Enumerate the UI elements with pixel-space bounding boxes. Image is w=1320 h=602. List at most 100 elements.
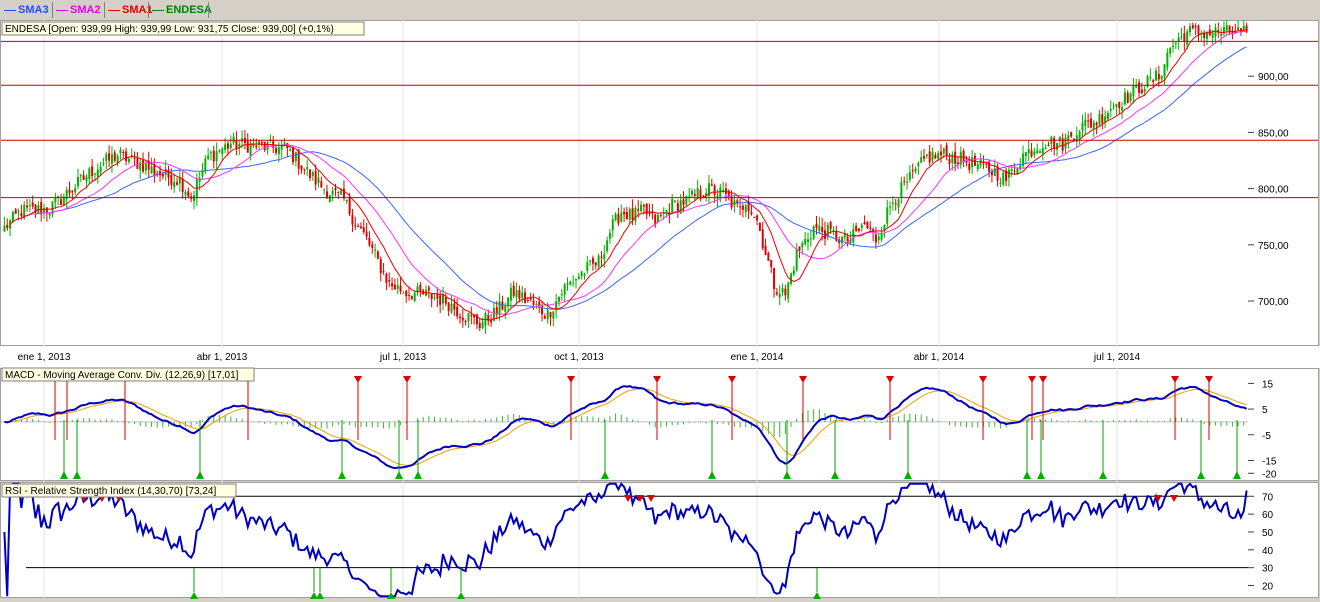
macd-hist-bar [654, 421, 656, 428]
candle-body [391, 283, 394, 287]
macd-hist-bar [1050, 418, 1052, 422]
macd-hist-bar [434, 416, 436, 422]
candle-body [606, 240, 609, 252]
macd-tick-label: -5 [1262, 431, 1271, 442]
candle-body [198, 177, 201, 182]
candle-body [96, 169, 99, 177]
candle-body [447, 302, 450, 312]
rsi-tick-label: 20 [1262, 582, 1274, 593]
macd-hist-bar [383, 421, 385, 429]
legend-label: SMA2 [70, 4, 101, 16]
candle-body [359, 226, 362, 229]
candle-body [382, 271, 385, 273]
candle-body [218, 151, 221, 153]
macd-hist-bar [864, 419, 866, 422]
legend-item-sma2[interactable]: SMA2 [56, 3, 101, 17]
macd-hist-bar [1243, 421, 1245, 426]
candle-body [741, 205, 744, 210]
macd-hist-bar [937, 420, 939, 422]
candle-body [300, 166, 303, 170]
candle-body [133, 157, 136, 159]
macd-hist-bar [1226, 421, 1228, 426]
candle-body [945, 145, 948, 157]
macd-hist-bar [1152, 420, 1154, 422]
rsi-panel-title: RSI - Relative Strength Index (14,30,70)… [5, 486, 216, 497]
macd-hist-bar [71, 419, 73, 422]
candle-body [917, 163, 920, 166]
candle-body [150, 166, 153, 173]
candle-body [976, 164, 979, 170]
candle-body [925, 154, 928, 157]
macd-hist-bar [666, 421, 668, 427]
candle-body [79, 175, 82, 177]
macd-hist-bar [456, 419, 458, 422]
macd-hist-bar [909, 413, 911, 422]
macd-hist-bar [1084, 419, 1086, 422]
candle-body [586, 262, 589, 271]
legend-separator [52, 2, 53, 18]
candle-body [478, 323, 481, 328]
price-tick-label: 800,00 [1258, 185, 1289, 196]
macd-hist-bar [881, 421, 883, 424]
macd-hist-bar [337, 421, 339, 425]
candle-body [818, 225, 821, 231]
candle-body [410, 295, 413, 299]
macd-hist-bar [394, 421, 396, 428]
date-tick-label: ene 1, 2013 [18, 352, 71, 363]
candle-body [937, 153, 940, 159]
candle-body [246, 141, 249, 153]
candle-body [93, 173, 96, 175]
candle-body [470, 315, 473, 317]
candle-body [1027, 148, 1030, 154]
macd-hist-bar [507, 414, 509, 422]
candle-body [1138, 82, 1141, 93]
candle-body [1118, 102, 1121, 109]
candle-body [778, 293, 781, 298]
candle-body [31, 202, 34, 207]
candle-body [923, 156, 926, 159]
macd-tick-label: 5 [1262, 405, 1268, 416]
candle-body [1013, 170, 1016, 172]
legend-item-sma3[interactable]: SMA3 [4, 3, 49, 17]
macd-hist-bar [467, 420, 469, 422]
macd-hist-bar [230, 416, 232, 422]
candle-body [303, 168, 306, 170]
legend-item-sma1[interactable]: SMA1 [108, 3, 153, 17]
macd-hist-bar [196, 421, 198, 425]
candle-body [74, 188, 77, 193]
candle-body [362, 227, 365, 233]
candle-body [116, 155, 119, 164]
candle-body [1056, 143, 1059, 150]
macd-hist-bar [235, 417, 237, 422]
candle-body [161, 173, 164, 177]
candle-body [874, 234, 877, 243]
candle-body [903, 181, 906, 183]
candle-body [458, 316, 461, 319]
candle-body [784, 288, 787, 296]
candle-body [1121, 107, 1124, 111]
macd-hist-bar [1237, 421, 1239, 427]
date-tick-label: abr 1, 2014 [914, 352, 965, 363]
candle-body [385, 273, 388, 284]
candle-body [532, 300, 535, 305]
candle-body [1188, 26, 1191, 33]
candle-body [608, 232, 611, 239]
macd-hist-bar [977, 421, 979, 428]
macd-hist-bar [241, 418, 243, 422]
candle-body [1160, 75, 1163, 80]
candle-body [340, 190, 343, 195]
macd-hist-bar [626, 417, 628, 422]
candle-body [405, 290, 408, 297]
candle-body [685, 195, 688, 205]
candle-body [136, 158, 139, 169]
candle-body [863, 222, 866, 225]
macd-hist-bar [767, 421, 769, 434]
candle-body [574, 278, 577, 281]
candle-body [1033, 151, 1036, 155]
candle-body [855, 225, 858, 231]
candle-body [829, 221, 832, 229]
legend-item-endesa[interactable]: ENDESA [152, 3, 212, 17]
candle-body [376, 251, 379, 259]
candle-body [809, 238, 812, 240]
macd-hist-bar [598, 417, 600, 422]
